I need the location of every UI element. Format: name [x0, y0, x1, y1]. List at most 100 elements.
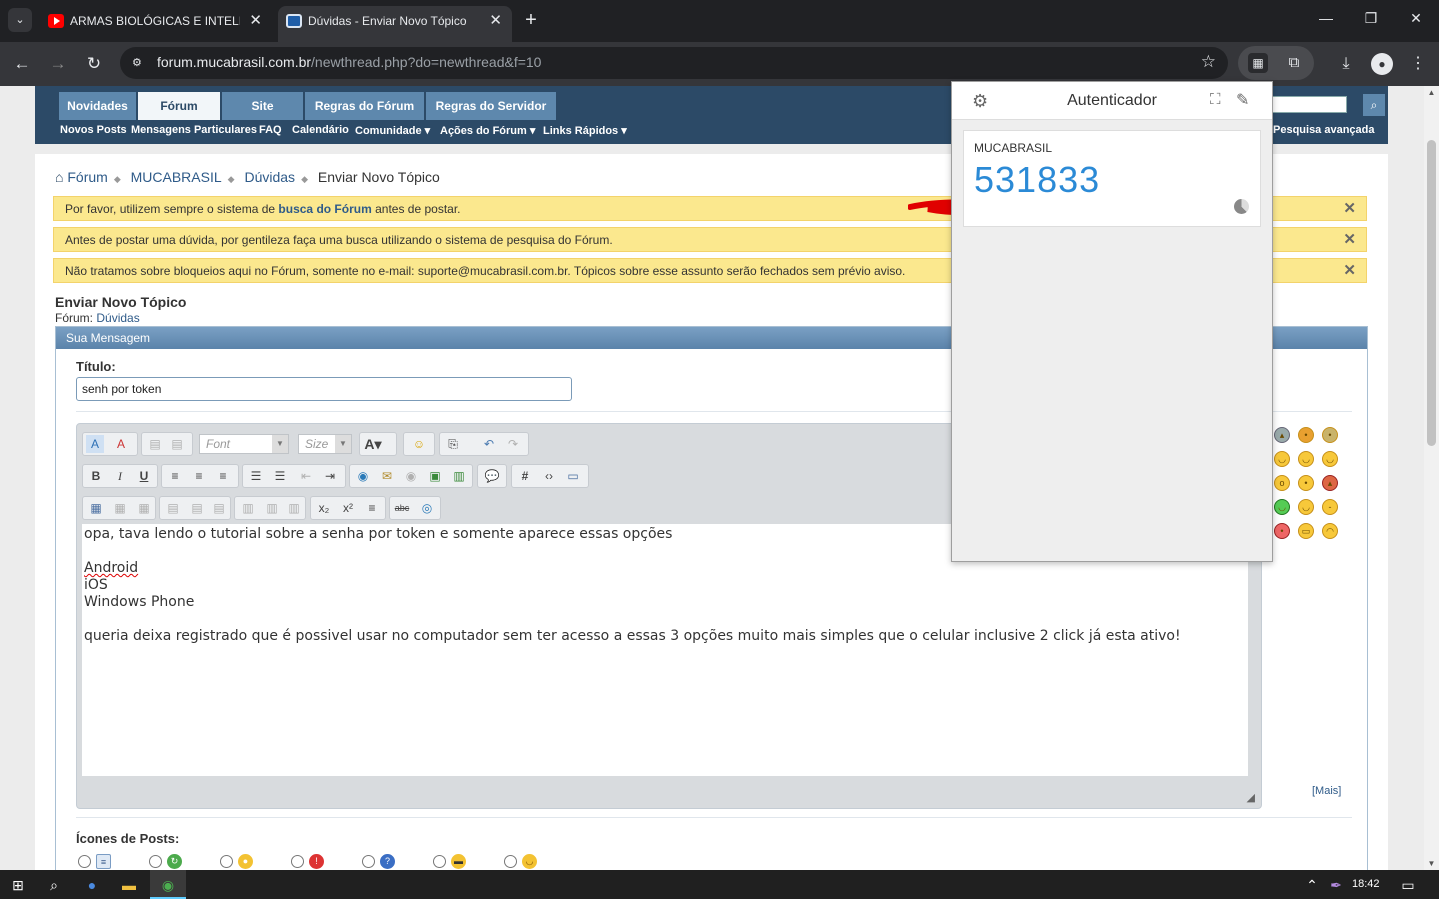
title-input[interactable]: senh por token: [76, 377, 572, 401]
breadcrumb-forum[interactable]: Fórum: [67, 169, 107, 185]
smilie-icon[interactable]: ▴: [1322, 475, 1338, 491]
post-icon-radio[interactable]: [78, 855, 91, 868]
subnav-mensagens[interactable]: Mensagens Particulares: [131, 124, 257, 136]
paste-icon[interactable]: ▤: [168, 435, 186, 453]
strike-icon[interactable]: abc: [393, 499, 411, 517]
unlink-icon[interactable]: ◉: [402, 467, 420, 485]
redo-icon[interactable]: ↷: [504, 435, 522, 453]
forum-link[interactable]: Dúvidas: [96, 311, 139, 325]
insert-row-icon[interactable]: ▤: [164, 499, 182, 517]
post-icon-radio[interactable]: [149, 855, 162, 868]
insert-col-icon[interactable]: ▥: [263, 499, 281, 517]
scroll-thumb[interactable]: [1427, 140, 1436, 446]
delete-col-icon[interactable]: ▥: [285, 499, 303, 517]
subnav-calendario[interactable]: Calendário: [292, 124, 349, 136]
browser-tab-active[interactable]: Dúvidas - Enviar Novo Tópico ✕: [278, 6, 512, 42]
smilie-icon[interactable]: ☺: [410, 435, 428, 453]
php-icon[interactable]: ▭: [564, 467, 582, 485]
app-icon[interactable]: ●: [82, 875, 102, 895]
resize-handle-icon[interactable]: ◢: [1247, 791, 1255, 804]
horizontal-rule-icon[interactable]: ≡: [363, 499, 381, 517]
authenticator-extension-icon[interactable]: ▦: [1248, 53, 1268, 73]
smilie-icon[interactable]: ◡: [1274, 451, 1290, 467]
video-icon[interactable]: ▥: [450, 467, 468, 485]
profile-avatar-icon[interactable]: ●: [1371, 53, 1393, 75]
smilie-icon[interactable]: •: [1274, 523, 1290, 539]
unordered-list-icon[interactable]: ☰: [271, 467, 289, 485]
table-icon[interactable]: ▦: [87, 499, 105, 517]
scroll-up-icon[interactable]: ▲: [1424, 88, 1439, 97]
image-icon[interactable]: ▣: [426, 467, 444, 485]
superscript-icon[interactable]: x²: [339, 499, 357, 517]
quote-icon[interactable]: 💬: [483, 467, 501, 485]
smilie-icon[interactable]: ◡: [1274, 499, 1290, 515]
smilie-icon[interactable]: ◠: [1322, 523, 1338, 539]
indent-icon[interactable]: ⇥: [321, 467, 339, 485]
tab-site[interactable]: Site: [222, 92, 304, 120]
file-explorer-icon[interactable]: ▬: [119, 875, 139, 895]
hash-icon[interactable]: #: [516, 467, 534, 485]
wysiwyg-toggle-icon[interactable]: A: [86, 435, 104, 453]
close-window-button[interactable]: ✕: [1406, 10, 1426, 27]
address-bar[interactable]: ⚙ forum.mucabrasil.com.br/newthread.php?…: [120, 47, 1228, 79]
smilie-icon[interactable]: ▴: [1274, 427, 1290, 443]
subnav-faq[interactable]: FAQ: [259, 124, 282, 136]
spoiler-icon[interactable]: ◎: [418, 499, 436, 517]
underline-icon[interactable]: U: [135, 467, 153, 485]
smilie-icon[interactable]: -: [1322, 499, 1338, 515]
browser-tab-youtube[interactable]: ARMAS BIOLÓGICAS E INTELIGÊNCIA ✕: [40, 6, 272, 36]
align-left-icon[interactable]: ≡: [166, 467, 184, 485]
smilie-icon[interactable]: o: [1274, 475, 1290, 491]
remove-format-icon[interactable]: A: [112, 435, 130, 453]
insert-row-icon[interactable]: ▤: [188, 499, 206, 517]
chrome-icon[interactable]: ◉: [158, 875, 178, 895]
busca-forum-link[interactable]: busca do Fórum: [278, 202, 371, 216]
forward-button[interactable]: →: [46, 52, 70, 76]
search-icon[interactable]: ⌕: [44, 875, 64, 895]
windows-start-icon[interactable]: ⊞: [8, 875, 28, 895]
subscript-icon[interactable]: x₂: [315, 499, 333, 517]
tab-forum[interactable]: Fórum: [138, 92, 221, 120]
post-icon-radio[interactable]: [433, 855, 446, 868]
breadcrumb-mucabrasil[interactable]: MUCABRASIL: [131, 169, 222, 185]
scroll-down-icon[interactable]: ▼: [1424, 859, 1439, 868]
text-color-icon[interactable]: A▾: [364, 435, 382, 453]
back-button[interactable]: ←: [10, 52, 34, 76]
post-icon-radio[interactable]: [220, 855, 233, 868]
otp-code[interactable]: 531833: [974, 159, 1100, 201]
post-icon-radio[interactable]: [504, 855, 517, 868]
subnav-links[interactable]: Links Rápidos ▾: [543, 124, 627, 137]
site-info-icon[interactable]: ⚙: [132, 55, 148, 71]
smilie-icon[interactable]: ◡: [1298, 451, 1314, 467]
post-icon-radio[interactable]: [291, 855, 304, 868]
table-row-icon[interactable]: ▦: [111, 499, 129, 517]
pen-icon[interactable]: ✒: [1326, 875, 1346, 895]
subnav-acoes[interactable]: Ações do Fórum ▾: [440, 124, 535, 137]
extensions-puzzle-icon[interactable]: ⧉: [1284, 53, 1304, 73]
advanced-search-link[interactable]: Pesquisa avançada: [1273, 124, 1375, 136]
search-icon[interactable]: ⌕: [1363, 94, 1385, 116]
downloads-icon[interactable]: ⤓: [1335, 53, 1357, 75]
insert-col-icon[interactable]: ▥: [239, 499, 257, 517]
smilie-icon[interactable]: •: [1298, 475, 1314, 491]
smilie-icon[interactable]: •: [1298, 427, 1314, 443]
tray-chevron-icon[interactable]: ⌃: [1302, 875, 1322, 895]
breadcrumb-duvidas[interactable]: Dúvidas: [244, 169, 295, 185]
tab-novidades[interactable]: Novidades: [59, 92, 137, 120]
ordered-list-icon[interactable]: ☰: [247, 467, 265, 485]
tab-regras-servidor[interactable]: Regras do Servidor: [426, 92, 557, 120]
cut-icon[interactable]: ▤: [146, 435, 164, 453]
delete-row-icon[interactable]: ▤: [210, 499, 228, 517]
attach-icon[interactable]: ⎘: [444, 435, 462, 453]
link-icon[interactable]: ◉: [354, 467, 372, 485]
subnav-novos-posts[interactable]: Novos Posts: [60, 124, 127, 136]
table-col-icon[interactable]: ▦: [135, 499, 153, 517]
scan-qr-icon[interactable]: ⛶: [1210, 91, 1221, 108]
smilie-icon[interactable]: •: [1322, 427, 1338, 443]
close-tab-icon[interactable]: ✕: [489, 6, 502, 36]
forum-search-input[interactable]: [1263, 96, 1347, 113]
close-icon[interactable]: ✕: [1339, 259, 1356, 282]
notifications-icon[interactable]: ▭: [1398, 875, 1418, 895]
code-icon[interactable]: ‹›: [540, 467, 558, 485]
outdent-icon[interactable]: ⇤: [297, 467, 315, 485]
